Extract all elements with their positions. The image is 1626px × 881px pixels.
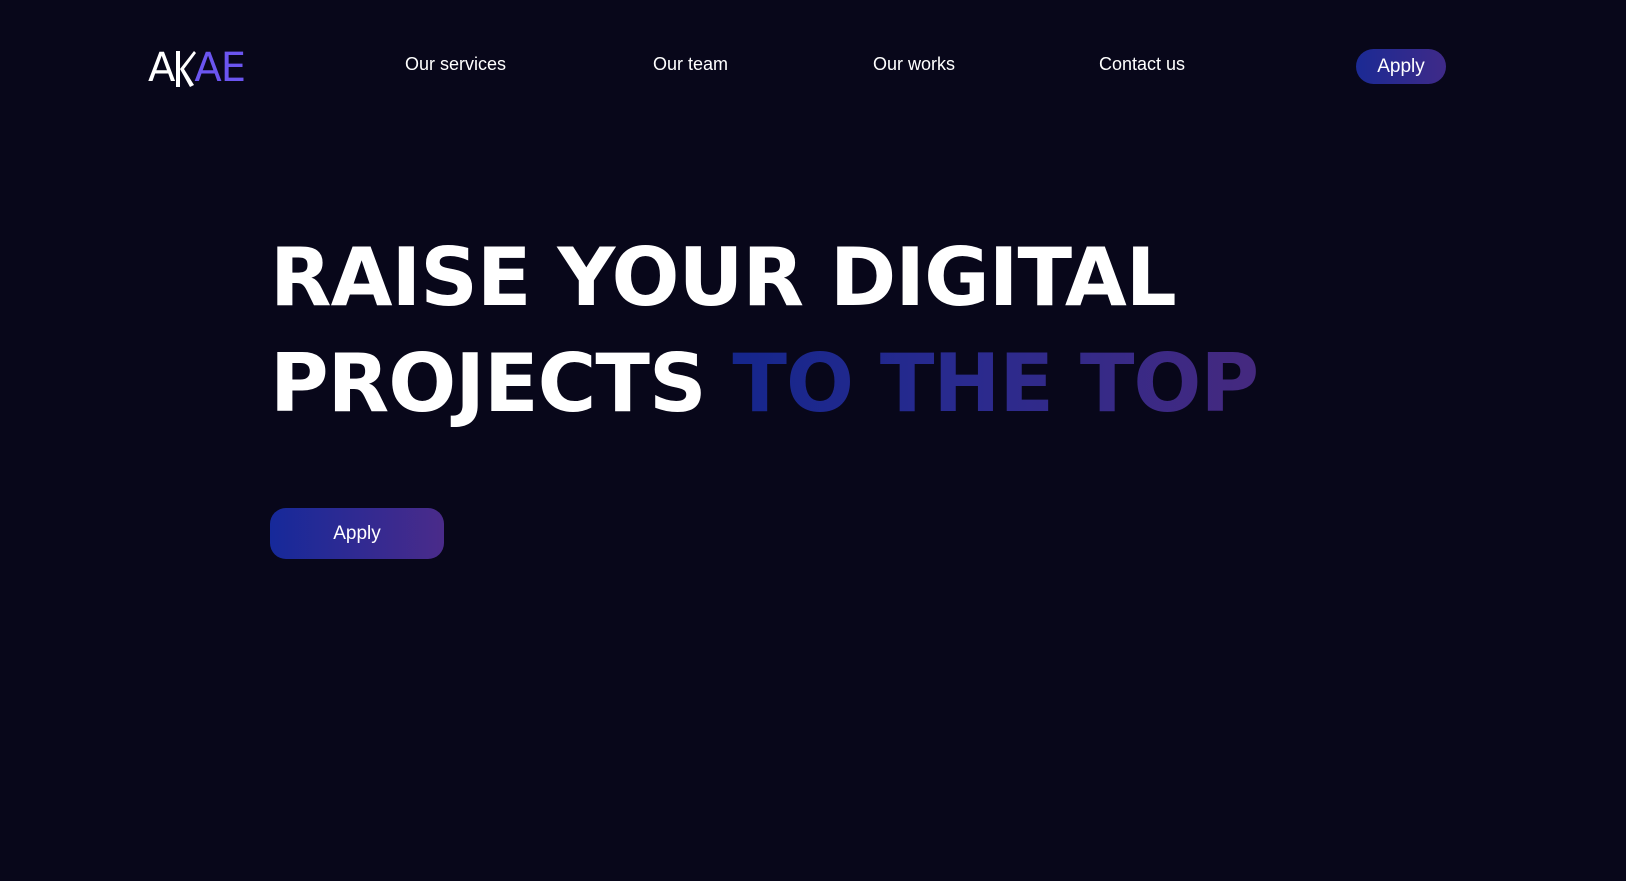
brand-logo[interactable]: A AE <box>148 44 246 92</box>
hero-line-2-plain: PROJECTS <box>270 337 733 430</box>
header-apply-button[interactable]: Apply <box>1356 49 1446 84</box>
site-header: A AE Our services Our team Our works Con… <box>0 0 1626 132</box>
nav-link-contact-us[interactable]: Contact us <box>1099 54 1185 75</box>
nav-link-our-works[interactable]: Our works <box>873 54 955 75</box>
logo-accent-letters: AE <box>194 45 246 91</box>
hero-apply-button[interactable]: Apply <box>270 508 444 559</box>
landing-page: A AE Our services Our team Our works Con… <box>0 0 1626 881</box>
logo-letter-a: A <box>148 45 175 91</box>
hero-line-2: PROJECTS TO THE TOP <box>270 331 1390 437</box>
nav-link-our-services[interactable]: Our services <box>405 54 506 75</box>
logo-k-icon <box>176 51 197 87</box>
hero-headline: RAISE YOUR DIGITAL PROJECTS TO THE TOP <box>270 225 1390 437</box>
hero-line-2-accent: TO THE TOP <box>732 337 1259 430</box>
nav-link-our-team[interactable]: Our team <box>653 54 728 75</box>
hero-line-1: RAISE YOUR DIGITAL <box>270 231 1177 324</box>
